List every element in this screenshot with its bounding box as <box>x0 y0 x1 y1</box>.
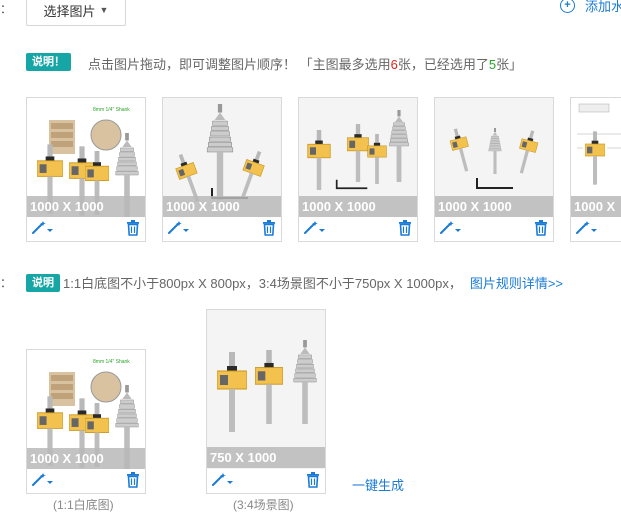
magic-wand-icon[interactable] <box>31 221 55 235</box>
trash-icon[interactable] <box>126 472 140 488</box>
card-toolbar <box>571 215 621 241</box>
main-image-card[interactable]: 1000 X 1000 <box>162 97 282 242</box>
info-badge: 说明！ <box>26 53 71 71</box>
trash-icon[interactable] <box>534 220 548 236</box>
aspect-images-hint: 1:1白底图不小于800px X 800px，3:4场景图不小于750px X … <box>63 273 563 292</box>
select-image-label: 选择图片 <box>43 3 96 19</box>
plus-circle-icon: + <box>560 0 575 13</box>
square-image-caption: (1:1白底图) <box>53 498 114 512</box>
product-image[interactable] <box>207 310 325 469</box>
hint-suffix: 张」 <box>496 57 523 72</box>
portrait-image-card[interactable]: 750 X 1000 <box>206 309 326 494</box>
max-count: 6 <box>390 57 398 72</box>
trash-icon[interactable] <box>306 472 320 488</box>
image-size-label: 1000 X 1000 <box>571 196 621 235</box>
portrait-image-caption: (3:4场景图) <box>233 498 294 512</box>
trash-icon[interactable] <box>262 220 276 236</box>
hint-prefix: 点击图片拖动，即可调整图片顺序！ 「主图最多选用 <box>88 57 391 72</box>
chevron-down-icon: ▼ <box>99 5 109 15</box>
card-toolbar <box>27 215 145 241</box>
card-toolbar <box>299 215 417 241</box>
main-image-card[interactable]: 1000 X 1000 <box>298 97 418 242</box>
trash-icon[interactable] <box>126 220 140 236</box>
magic-wand-icon[interactable] <box>303 221 327 235</box>
image-size-label: 1000 X 1000 <box>163 196 281 217</box>
rule-text: 1:1白底图不小于800px X 800px，3:4场景图不小于750px X … <box>63 276 462 291</box>
magic-wand-icon[interactable] <box>167 221 191 235</box>
image-rules-link[interactable]: 图片规则详情>> <box>470 276 563 291</box>
magic-wand-icon[interactable] <box>31 473 55 487</box>
select-image-button[interactable]: 选择图片 ▼ <box>26 0 126 26</box>
card-toolbar <box>435 215 553 241</box>
image-size-label: 1000 X 1000 <box>27 448 145 469</box>
main-image-card[interactable]: 8mm 1/4" Shank 1000 X 1000 <box>26 97 146 242</box>
hint-middle: 张，已经选用了 <box>397 57 489 72</box>
magic-wand-icon[interactable] <box>211 473 235 487</box>
svg-text:8mm 1/4" Shank: 8mm 1/4" Shank <box>93 107 130 113</box>
main-images-hint: 点击图片拖动，即可调整图片顺序！ 「主图最多选用6张，已经选用了5张」 <box>88 54 522 73</box>
trash-icon[interactable] <box>398 220 412 236</box>
main-image-card[interactable]: 1000 X 1000 <box>570 97 621 242</box>
main-image-card[interactable]: 1000 X 1000 <box>434 97 554 242</box>
square-image-card[interactable]: 8mm 1/4" Shank 1000 X 1000 <box>26 349 146 494</box>
card-toolbar <box>27 467 145 493</box>
row-label-fragment: ： <box>0 2 13 16</box>
info-badge: 说明 <box>26 274 60 292</box>
magic-wand-icon[interactable] <box>439 221 463 235</box>
image-size-label: 1000 X 1000 <box>27 196 145 217</box>
magic-wand-icon[interactable] <box>575 221 599 235</box>
card-toolbar <box>163 215 281 241</box>
card-toolbar <box>207 467 325 493</box>
add-watermark-label: 添加水印 <box>585 0 621 14</box>
image-size-label: 1000 X 1000 <box>299 196 417 217</box>
add-watermark-link[interactable]: + 添加水印 <box>560 0 621 15</box>
one-click-generate-link[interactable]: 一键生成 <box>352 475 404 494</box>
row-label-fragment: ： <box>0 276 13 290</box>
image-size-label: 1000 X 1000 <box>435 196 553 217</box>
svg-text:8mm 1/4" Shank: 8mm 1/4" Shank <box>93 359 130 365</box>
image-size-label: 750 X 1000 <box>207 447 325 468</box>
